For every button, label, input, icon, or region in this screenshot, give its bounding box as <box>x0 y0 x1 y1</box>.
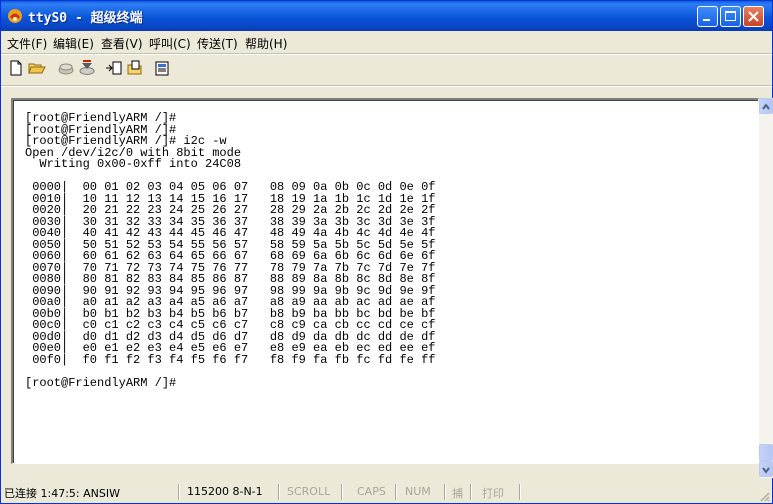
status-divider <box>341 484 342 500</box>
title-bar[interactable]: ttyS0 - 超级终端 <box>1 1 772 31</box>
resize-grip-icon[interactable] <box>758 490 770 502</box>
disconnect-icon[interactable] <box>78 59 96 77</box>
status-divider <box>278 484 279 500</box>
menu-bar: 文件(F) 编辑(E) 查看(V) 呼叫(C) 传送(T) 帮助(H) <box>1 31 772 53</box>
horizontal-scroll-area <box>11 464 759 478</box>
status-divider <box>395 484 396 500</box>
terminal-line: [root@FriendlyARM /]# <box>25 375 177 390</box>
hyperterminal-window: ttyS0 - 超级终端 文件(F) 编辑(E) 查看(V) 呼叫(C) 传送(… <box>0 0 773 504</box>
call-icon[interactable] <box>57 59 75 77</box>
vertical-scrollbar[interactable] <box>759 98 773 478</box>
menu-call[interactable]: 呼叫(C) <box>149 35 191 52</box>
toolbar-divider-highlight <box>1 86 772 87</box>
menu-transfer[interactable]: 传送(T) <box>197 35 238 52</box>
chevron-up-icon <box>762 103 770 110</box>
terminal-frame: [root@FriendlyARM /]# [root@FriendlyARM /… <box>11 98 759 464</box>
properties-icon[interactable] <box>153 59 171 77</box>
scroll-up-button[interactable] <box>759 98 773 114</box>
menu-help[interactable]: 帮助(H) <box>245 35 287 52</box>
window-title: ttyS0 - 超级终端 <box>28 11 143 26</box>
maximize-button[interactable] <box>720 6 741 27</box>
open-folder-icon[interactable] <box>28 59 46 77</box>
status-divider <box>470 484 471 500</box>
send-icon[interactable] <box>105 59 123 77</box>
status-bar: 已连接 1:47:5: ANSIW 115200 8-N-1 SCROLL CA… <box>1 481 772 504</box>
maximize-icon <box>725 11 736 21</box>
connection-status: 已连接 1:47:5: ANSIW <box>4 487 120 500</box>
menu-edit[interactable]: 编辑(E) <box>53 35 94 52</box>
terminal-line: 00f0| f0 f1 f2 f3 f4 f5 f6 f7 f8 f9 fa f… <box>25 352 436 367</box>
status-divider <box>444 484 445 500</box>
scroll-down-button[interactable] <box>759 461 773 477</box>
minimize-icon <box>703 19 710 21</box>
menu-view[interactable]: 查看(V) <box>101 35 143 52</box>
menu-file[interactable]: 文件(F) <box>7 35 47 52</box>
phone-app-icon <box>8 9 22 23</box>
num-indicator: NUM <box>405 485 431 498</box>
chevron-down-icon <box>762 467 770 474</box>
capture-indicator: 捕 <box>452 487 463 500</box>
status-divider <box>519 484 520 500</box>
port-settings: 115200 8-N-1 <box>187 485 263 498</box>
status-divider <box>178 484 179 500</box>
terminal-output: [root@FriendlyARM /]# [root@FriendlyARM /… <box>25 112 436 390</box>
terminal-screen[interactable]: [root@FriendlyARM /]# [root@FriendlyARM /… <box>13 100 758 463</box>
scroll-thumb[interactable] <box>759 444 773 461</box>
caps-indicator: CAPS <box>357 485 386 498</box>
new-document-icon[interactable] <box>7 59 25 77</box>
close-icon <box>748 11 759 22</box>
receive-icon[interactable] <box>126 59 144 77</box>
close-button[interactable] <box>743 6 764 27</box>
minimize-button[interactable] <box>697 6 718 27</box>
print-indicator: 打印 <box>482 487 504 500</box>
scroll-indicator: SCROLL <box>287 485 331 498</box>
terminal-line: Writing 0x00-0xff into 24C08 <box>25 157 242 171</box>
toolbar <box>1 54 772 84</box>
